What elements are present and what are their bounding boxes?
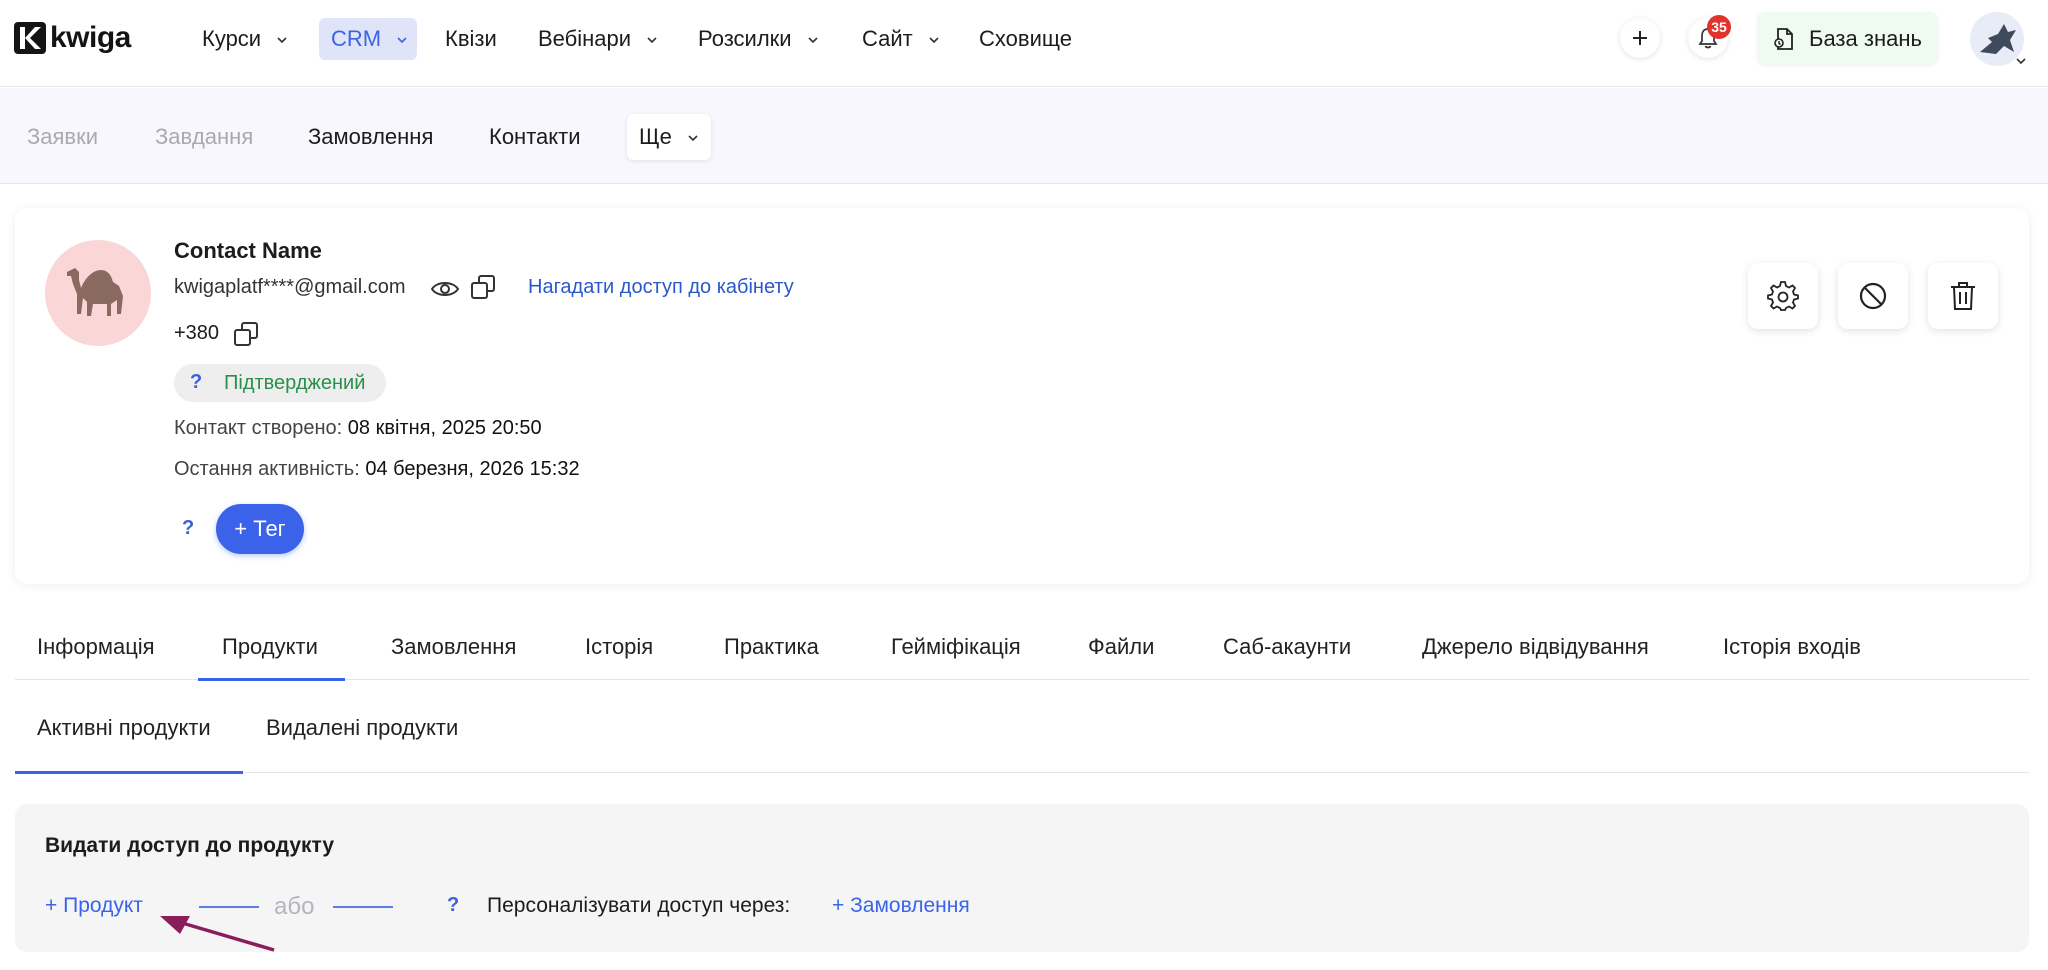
tab-gamification[interactable]: Гейміфікація	[891, 632, 1021, 662]
subnav-tasks[interactable]: Завдання	[155, 122, 253, 152]
chevron-down-icon	[929, 37, 939, 44]
created-label: Контакт створено:	[174, 417, 343, 439]
copy-icon[interactable]	[233, 321, 259, 347]
arrow-annotation-icon	[160, 916, 275, 952]
tab-products[interactable]: Продукти	[222, 632, 318, 662]
nav-quizzes[interactable]: Квізи	[433, 18, 509, 60]
ban-icon	[1859, 282, 1887, 310]
plus-icon	[1633, 31, 1647, 45]
nav-quizzes-label: Квізи	[445, 26, 497, 51]
tab-history[interactable]: Історія	[585, 632, 653, 662]
knowledge-base-label: База знань	[1809, 25, 1922, 51]
nav-storage[interactable]: Сховище	[967, 18, 1084, 60]
tab-practice[interactable]: Практика	[724, 632, 819, 662]
add-button[interactable]	[1620, 18, 1660, 58]
knowledge-base-button[interactable]: База знань	[1757, 12, 1938, 65]
chevron-down-icon	[647, 37, 657, 44]
contact-avatar	[45, 240, 151, 346]
copy-icon[interactable]	[470, 274, 496, 300]
created-value: 08 квітня, 2025 20:50	[347, 417, 542, 439]
subtab-active-products[interactable]: Активні продукти	[37, 713, 211, 743]
kwiga-logo-mark-icon	[14, 22, 46, 54]
contact-last-activity: Остання активність: 04 березня, 2026 15:…	[174, 458, 580, 481]
nav-site[interactable]: Сайт	[850, 18, 953, 60]
personalize-help-icon[interactable]: ?	[447, 894, 459, 917]
chevron-down-icon	[277, 37, 287, 44]
nav-crm[interactable]: CRM	[319, 18, 417, 60]
subnav-requests[interactable]: Заявки	[27, 122, 98, 152]
gear-icon	[1767, 281, 1799, 311]
kwiga-logo[interactable]: kwiga	[14, 21, 131, 55]
nav-mailings-label: Розсилки	[698, 26, 792, 51]
or-divider-right	[333, 906, 393, 908]
camel-icon	[67, 268, 123, 316]
subtabs-divider	[15, 772, 2029, 773]
grant-access-title: Видати доступ до продукту	[45, 834, 334, 857]
nav-webinars-label: Вебінари	[538, 26, 632, 51]
status-text: Підтверджений	[224, 372, 366, 394]
block-button[interactable]	[1838, 263, 1908, 329]
nav-storage-label: Сховище	[979, 26, 1072, 51]
contact-email: kwigaplatf****@gmail.com	[174, 276, 406, 298]
chevron-down-icon	[397, 37, 407, 44]
activity-label: Остання активність:	[174, 458, 360, 480]
nav-site-label: Сайт	[862, 26, 913, 51]
brand-name: kwiga	[50, 21, 131, 54]
nav-crm-label: CRM	[331, 26, 382, 51]
subnav-contacts[interactable]: Контакти	[489, 122, 581, 152]
contact-phone: +380	[174, 322, 220, 344]
add-tag-button[interactable]: + Тег	[216, 504, 304, 554]
nav-courses[interactable]: Курси	[190, 18, 301, 60]
nav-courses-label: Курси	[202, 26, 262, 51]
tab-files[interactable]: Файли	[1088, 632, 1154, 662]
subnav-more-button[interactable]: Ще	[627, 114, 711, 160]
subnav-orders[interactable]: Замовлення	[308, 122, 433, 152]
remind-cabinet-access-link[interactable]: Нагадати доступ до кабінету	[528, 276, 794, 299]
eye-icon[interactable]	[430, 278, 460, 300]
tab-information[interactable]: Інформація	[37, 632, 155, 662]
or-text: або	[274, 893, 315, 920]
settings-button[interactable]	[1748, 263, 1818, 329]
nav-webinars[interactable]: Вебінари	[526, 18, 671, 60]
chevron-down-icon[interactable]	[2015, 55, 2027, 67]
tab-subaccounts[interactable]: Саб-акаунти	[1223, 632, 1351, 662]
grant-access-panel	[15, 804, 2029, 952]
chevron-down-icon	[808, 37, 818, 44]
status-help-icon[interactable]: ?	[190, 371, 202, 394]
add-product-link[interactable]: + Продукт	[45, 894, 143, 918]
subtab-deleted-products[interactable]: Видалені продукти	[266, 713, 458, 743]
contact-name: Contact Name	[174, 238, 322, 263]
tab-orders[interactable]: Замовлення	[391, 632, 516, 662]
contact-created: Контакт створено: 08 квітня, 2025 20:50	[174, 417, 542, 440]
notifications-count-badge: 35	[1707, 15, 1731, 39]
personalize-label: Персоналізувати доступ через:	[487, 894, 791, 917]
tab-visit-source[interactable]: Джерело відвідування	[1422, 632, 1649, 662]
add-order-link[interactable]: + Замовлення	[832, 894, 970, 918]
active-subtab-indicator	[15, 771, 243, 774]
tag-help-icon[interactable]: ?	[182, 517, 194, 540]
nav-mailings[interactable]: Розсилки	[686, 18, 832, 60]
delete-button[interactable]	[1928, 263, 1998, 329]
trash-icon	[1951, 282, 1975, 310]
activity-value: 04 березня, 2026 15:32	[365, 458, 580, 480]
active-tab-indicator	[198, 678, 345, 681]
subnav-more-label: Ще	[639, 124, 672, 149]
tab-login-history[interactable]: Історія входів	[1723, 632, 1861, 662]
document-icon	[1774, 27, 1793, 50]
chevron-down-icon	[688, 135, 698, 142]
